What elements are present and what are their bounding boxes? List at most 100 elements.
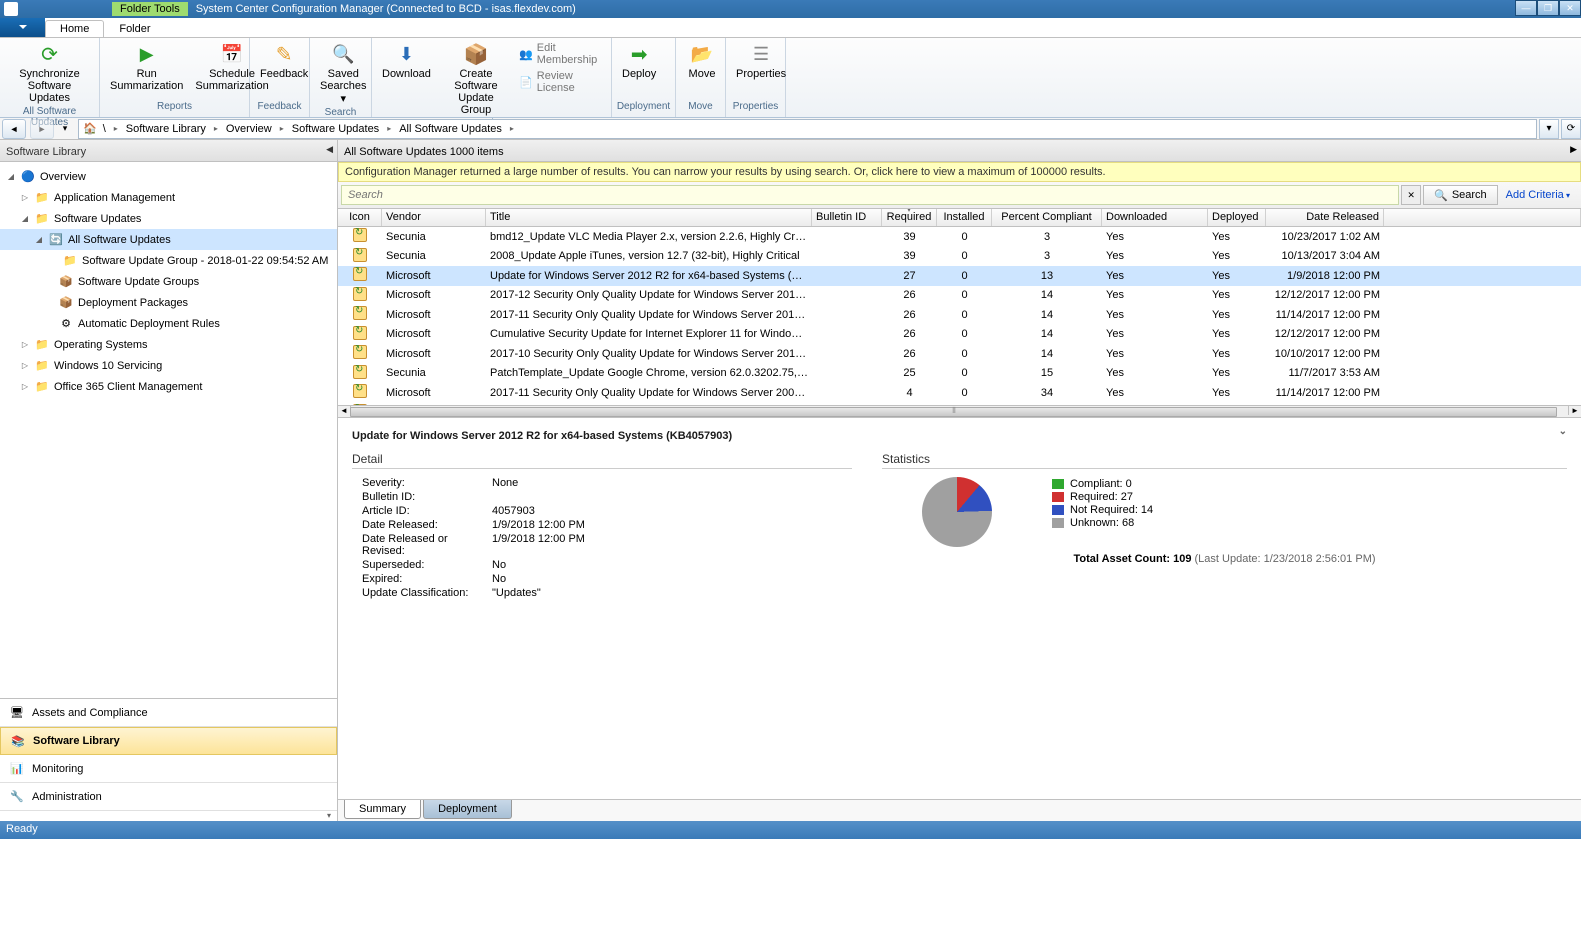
create-software-update-group-button[interactable]: 📦 Create Software Update Group: [437, 40, 515, 118]
folder-tools-context-tab[interactable]: Folder Tools: [112, 2, 188, 16]
sync-software-updates-button[interactable]: ⟳ Synchronize Software Updates: [4, 40, 95, 106]
refresh-button[interactable]: ⟳: [1561, 119, 1581, 139]
tab-home[interactable]: Home: [45, 20, 104, 37]
results-warning-bar[interactable]: Configuration Manager returned a large n…: [338, 162, 1581, 182]
breadcrumb-all-software-updates[interactable]: All Software Updates: [393, 123, 508, 135]
deploy-button[interactable]: ➡ Deploy: [616, 40, 662, 82]
cell-required: 25: [882, 367, 937, 379]
home-icon[interactable]: 🏠: [83, 122, 97, 135]
tree-node-application-management[interactable]: ▷ 📁 Application Management: [0, 187, 337, 208]
table-row[interactable]: Microsoft2017-11 Security Only Quality U…: [338, 305, 1581, 325]
collapse-sidebar-button[interactable]: ◀: [326, 144, 333, 155]
tree-toggle-icon[interactable]: ▷: [20, 361, 30, 370]
table-row[interactable]: Microsoft2017-10 Security Only Quality U…: [338, 344, 1581, 364]
table-row[interactable]: Secunia2008_Update Apple iTunes, version…: [338, 247, 1581, 267]
move-button[interactable]: 📂 Move: [680, 40, 724, 82]
tree-node-deployment-packages[interactable]: 📦 Deployment Packages: [0, 292, 337, 313]
grid-horizontal-scrollbar[interactable]: [338, 405, 1581, 417]
column-header-percent[interactable]: Percent Compliant: [992, 209, 1102, 226]
cell-required: 27: [882, 270, 937, 282]
column-header-title[interactable]: Title: [486, 209, 812, 226]
title-bar: Folder Tools System Center Configuration…: [0, 0, 1581, 18]
table-row[interactable]: MicrosoftUpdate for Windows Server 2012 …: [338, 266, 1581, 286]
workspace-administration[interactable]: 🔧 Administration: [0, 783, 337, 811]
scrollbar-thumb[interactable]: [350, 407, 1557, 417]
tree-toggle-icon[interactable]: ◢: [6, 172, 16, 181]
tree-node-sug-folder[interactable]: 📁 Software Update Group - 2018-01-22 09:…: [0, 250, 337, 271]
tree-node-software-update-groups[interactable]: 📦 Software Update Groups: [0, 271, 337, 292]
workspace-monitoring[interactable]: 📊 Monitoring: [0, 755, 337, 783]
add-criteria-link[interactable]: Add Criteria: [1506, 189, 1570, 201]
tree-toggle-icon[interactable]: ▷: [20, 340, 30, 349]
download-button[interactable]: ⬇ Download: [376, 40, 437, 82]
table-row[interactable]: Secuniabmd12_Update VLC Media Player 2.x…: [338, 227, 1581, 247]
breadcrumb-overview[interactable]: Overview: [220, 123, 278, 135]
detail-collapse-button[interactable]: ⌄: [1559, 426, 1567, 437]
column-header-vendor[interactable]: Vendor: [382, 209, 486, 226]
minimize-button[interactable]: —: [1515, 0, 1537, 16]
tree-toggle-icon[interactable]: ◢: [34, 235, 44, 244]
table-row[interactable]: MicrosoftCumulative Security Update for …: [338, 325, 1581, 345]
tree-toggle-icon[interactable]: ▷: [20, 193, 30, 202]
column-header-downloaded[interactable]: Downloaded: [1102, 209, 1208, 226]
tree-node-windows-10-servicing[interactable]: ▷ 📁 Windows 10 Servicing: [0, 355, 337, 376]
folder-icon: 📁: [62, 253, 78, 269]
nav-forward-button[interactable]: ►: [30, 119, 54, 139]
saved-searches-button[interactable]: 🔍 Saved Searches ▾: [314, 40, 372, 107]
tree-node-office-365[interactable]: ▷ 📁 Office 365 Client Management: [0, 376, 337, 397]
tab-deployment[interactable]: Deployment: [423, 800, 512, 819]
nav-history-dropdown[interactable]: ▾: [58, 119, 72, 139]
tree-toggle-icon[interactable]: ◢: [20, 214, 30, 223]
restore-button[interactable]: ❐: [1537, 0, 1559, 16]
workspace-software-library[interactable]: 📚 Software Library: [0, 727, 337, 755]
legend-label: Not Required: 14: [1070, 504, 1153, 516]
tree-node-operating-systems[interactable]: ▷ 📁 Operating Systems: [0, 334, 337, 355]
update-group-icon: 📦: [58, 274, 74, 290]
tree-node-overview[interactable]: ◢ 🔵 Overview: [0, 166, 337, 187]
column-header-deployed[interactable]: Deployed: [1208, 209, 1266, 226]
window-title: System Center Configuration Manager (Con…: [196, 3, 576, 15]
close-button[interactable]: ✕: [1559, 0, 1581, 16]
cell-title: Cumulative Security Update for Internet …: [486, 328, 812, 340]
file-menu-button[interactable]: [0, 17, 45, 37]
cell-deployed: Yes: [1208, 231, 1266, 243]
table-row[interactable]: Microsoft2017-11 Security Only Quality U…: [338, 383, 1581, 403]
expand-content-button[interactable]: ▶: [1570, 144, 1577, 155]
breadcrumb-root[interactable]: \: [97, 123, 112, 135]
workspace-assets-compliance[interactable]: 🖥 Assets and Compliance: [0, 699, 337, 727]
table-row[interactable]: SecuniaPatchTemplate_Update Google Chrom…: [338, 364, 1581, 384]
button-label: Deploy: [622, 68, 656, 80]
edit-membership-button[interactable]: 👥 Edit Membership: [515, 41, 607, 67]
search-folder-icon: 🔍: [332, 44, 354, 65]
table-row[interactable]: Microsoft2017-12 Security Only Quality U…: [338, 286, 1581, 306]
breadcrumb-software-updates[interactable]: Software Updates: [286, 123, 385, 135]
search-input[interactable]: [341, 185, 1399, 205]
cell-percent: 3: [992, 231, 1102, 243]
breadcrumb-dropdown-button[interactable]: ▾: [1539, 119, 1559, 139]
review-license-button[interactable]: 📄 Review License: [515, 69, 607, 95]
breadcrumb-software-library[interactable]: Software Library: [120, 123, 212, 135]
column-header-required[interactable]: Required: [882, 209, 937, 226]
workspace-collapse-button[interactable]: ▾: [0, 811, 337, 821]
clear-search-button[interactable]: ✕: [1401, 185, 1421, 205]
feedback-button[interactable]: ✎ Feedback: [254, 40, 314, 82]
button-label: Synchronize Software Updates: [10, 68, 89, 104]
tree-toggle-icon[interactable]: ▷: [20, 382, 30, 391]
column-header-icon[interactable]: Icon: [338, 209, 382, 226]
tree-node-software-updates[interactable]: ◢ 📁 Software Updates: [0, 208, 337, 229]
breadcrumb-path[interactable]: 🏠 \▸ Software Library▸ Overview▸ Softwar…: [78, 119, 1537, 139]
run-summarization-button[interactable]: ▶ Run Summarization: [104, 40, 189, 94]
cell-deployed: Yes: [1208, 367, 1266, 379]
column-header-released[interactable]: Date Released: [1266, 209, 1384, 226]
folder-icon: 📁: [34, 211, 50, 227]
column-header-installed[interactable]: Installed: [937, 209, 992, 226]
tab-summary[interactable]: Summary: [344, 800, 421, 819]
properties-button[interactable]: ☰ Properties: [730, 40, 792, 82]
column-header-bulletin[interactable]: Bulletin ID: [812, 209, 882, 226]
kv-key: Article ID:: [362, 505, 492, 517]
tree-node-all-software-updates[interactable]: ◢ 🔄 All Software Updates: [0, 229, 337, 250]
tree-node-automatic-deployment-rules[interactable]: ⚙ Automatic Deployment Rules: [0, 313, 337, 334]
search-button[interactable]: 🔍 Search: [1423, 185, 1498, 205]
nav-back-button[interactable]: ◄: [2, 119, 26, 139]
tab-folder[interactable]: Folder: [104, 20, 165, 37]
